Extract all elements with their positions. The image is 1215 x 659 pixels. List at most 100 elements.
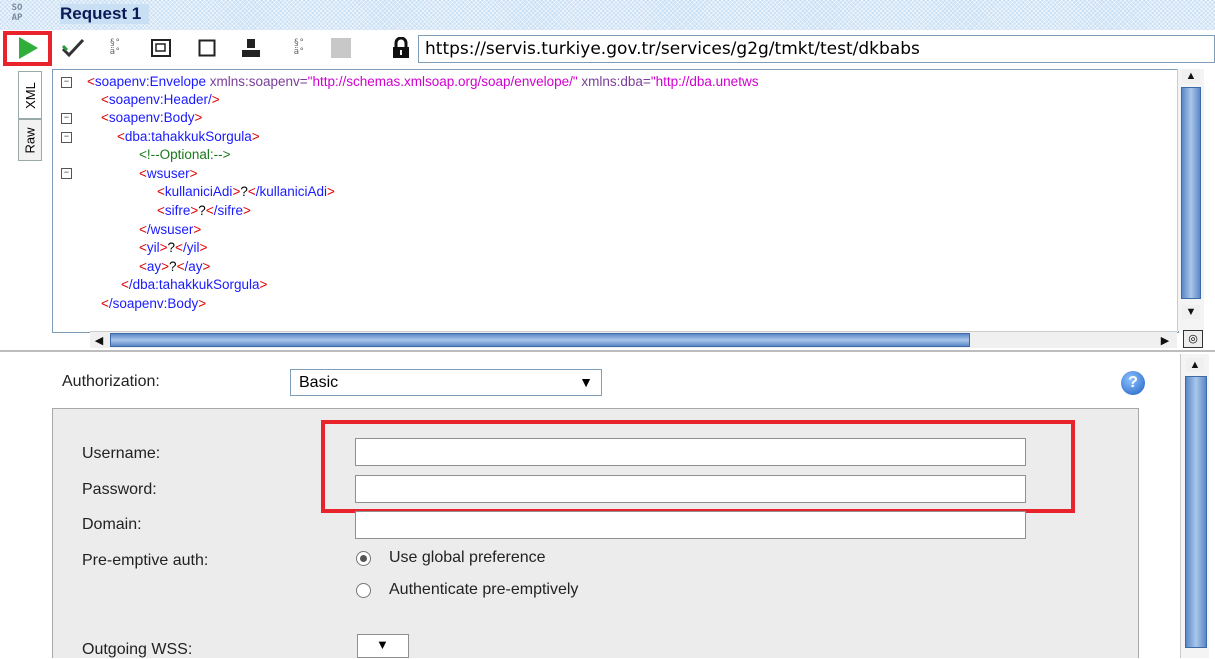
xml-value: ? xyxy=(167,240,176,255)
user-icon xyxy=(242,39,260,57)
xml-attr-value: "http://schemas.xmlsoap.org/soap/envelop… xyxy=(307,74,578,89)
window-icon xyxy=(151,39,171,57)
format-xml-button[interactable]: §° ä° xyxy=(100,34,130,62)
outgoing-wss-select[interactable]: ▼ xyxy=(357,634,409,658)
editor-side-tabs: XML Raw xyxy=(16,69,46,329)
maximize-button[interactable] xyxy=(192,34,222,62)
xml-line-wsuser-open: <wsuser> xyxy=(139,166,198,181)
xml-tag: soapenv:Envelope xyxy=(94,74,206,89)
radio-global-label: Use global preference xyxy=(389,549,546,566)
scroll-right-arrow-icon[interactable]: ▶ xyxy=(1156,333,1174,347)
tab-raw[interactable]: Raw xyxy=(18,119,42,161)
chevron-down-icon: ▼ xyxy=(376,637,389,652)
format-icon-2: §° ä° xyxy=(293,38,305,57)
outgoing-wss-label: Outgoing WSS: xyxy=(82,641,193,658)
authorization-label: Authorization: xyxy=(62,373,160,390)
radio-global-preference[interactable] xyxy=(356,551,371,566)
xml-line-operation-close: </dba:tahakkukSorgula> xyxy=(121,277,268,292)
xml-tag: /sifre xyxy=(213,203,243,218)
xml-line-body: <soapenv:Body> xyxy=(101,110,203,125)
xml-tag: sifre xyxy=(164,203,191,218)
square-icon xyxy=(198,39,216,57)
xml-line-envelope: <soapenv:Envelope xmlns:soapenv="http://… xyxy=(87,74,758,89)
password-label: Password: xyxy=(82,481,157,498)
help-icon[interactable]: ? xyxy=(1121,371,1145,395)
validate-button[interactable] xyxy=(58,34,88,62)
fold-toggle[interactable]: − xyxy=(61,168,72,179)
xml-line-body-close: </soapenv:Body> xyxy=(101,296,207,311)
xml-tag: /kullaniciAdi xyxy=(255,184,328,199)
credentials-highlight-box xyxy=(321,420,1075,513)
auth-vertical-scrollbar[interactable]: ▲ xyxy=(1180,354,1209,658)
scroll-thumb[interactable] xyxy=(110,333,970,347)
window-title: Request 1 xyxy=(60,4,150,24)
secure-lock xyxy=(388,34,414,62)
xml-tag: wsuser xyxy=(146,166,190,181)
xml-editor[interactable]: − − − − <soapenv:Envelope xmlns:soapenv=… xyxy=(52,69,1179,333)
xml-line-comment: <!--Optional:--> xyxy=(139,147,231,162)
xml-value: ? xyxy=(240,184,248,199)
username-label: Username: xyxy=(82,445,161,462)
tab-xml[interactable]: XML xyxy=(18,71,42,119)
xml-line-year: <yil>?</yil> xyxy=(139,240,208,255)
preemptive-label: Pre-emptive auth: xyxy=(82,552,209,569)
grey-box-icon xyxy=(331,38,351,58)
xml-tag: /dba:tahakkukSorgula xyxy=(128,277,260,292)
tab-raw-label: Raw xyxy=(22,126,38,154)
xml-line-month: <ay>?</ay> xyxy=(139,259,211,274)
xml-line-wsuser-close: </wsuser> xyxy=(139,222,202,237)
tile-button[interactable] xyxy=(146,34,176,62)
endpoint-url-input[interactable]: https://servis.turkiye.gov.tr/services/g… xyxy=(418,35,1215,63)
xml-attr-name: xmlns:soapenv= xyxy=(205,74,308,89)
scroll-thumb[interactable] xyxy=(1185,376,1207,648)
editor-horizontal-scrollbar[interactable]: ◀ ▶ xyxy=(90,331,1177,348)
chevron-down-icon: ▼ xyxy=(579,374,593,390)
scroll-left-arrow-icon[interactable]: ◀ xyxy=(90,333,108,347)
xml-line-username: <kullaniciAdi>?</kullaniciAdi> xyxy=(157,184,335,199)
scroll-thumb[interactable] xyxy=(1181,87,1201,299)
tab-xml-label: XML xyxy=(22,81,38,109)
xml-tag: soapenv:Header/ xyxy=(108,92,212,107)
xml-line-header: <soapenv:Header/> xyxy=(101,92,220,107)
xml-tag: dba:tahakkukSorgula xyxy=(124,129,252,144)
check-icon xyxy=(61,38,85,58)
authorization-select[interactable]: Basic ▼ xyxy=(290,369,602,396)
xml-tag: /wsuser xyxy=(146,222,194,237)
xml-tag: kullaniciAdi xyxy=(164,184,233,199)
xml-attr-value: "http://dba.unetws xyxy=(650,74,759,89)
fold-toggle[interactable]: − xyxy=(61,77,72,88)
radio-authenticate-preemptively[interactable] xyxy=(356,583,371,598)
domain-field[interactable] xyxy=(355,511,1026,539)
title-bar xyxy=(0,0,1215,30)
user-button[interactable] xyxy=(236,34,266,62)
xml-tag: /ay xyxy=(184,259,203,274)
lock-icon xyxy=(393,37,409,58)
xml-tag: /yil xyxy=(182,240,200,255)
xml-line-password: <sifre>?</sifre> xyxy=(157,203,251,218)
disabled-button[interactable] xyxy=(326,34,356,62)
scroll-up-arrow-icon[interactable]: ▲ xyxy=(1182,69,1200,83)
xml-attr-name: xmlns:dba= xyxy=(577,74,651,89)
xml-value: ? xyxy=(169,259,177,274)
soap-logo-icon: SO AP xyxy=(11,3,23,23)
xml-bracket: < xyxy=(87,74,95,89)
domain-label: Domain: xyxy=(82,516,142,533)
format-icon: §° ä° xyxy=(109,38,121,57)
run-highlight-box xyxy=(3,31,52,66)
scroll-down-arrow-icon[interactable]: ▼ xyxy=(1182,305,1200,319)
editor-vertical-scrollbar[interactable]: ▲ ▼ xyxy=(1177,69,1204,331)
scroll-up-arrow-icon[interactable]: ▲ xyxy=(1186,358,1204,372)
fold-toggle[interactable]: − xyxy=(61,132,72,143)
xml-tag: soapenv:Body xyxy=(108,110,195,125)
xml-tag: ay xyxy=(146,259,162,274)
format-button-2[interactable]: §° ä° xyxy=(284,34,314,62)
panel-divider[interactable] xyxy=(0,350,1215,352)
xml-value: ? xyxy=(198,203,206,218)
authorization-value: Basic xyxy=(299,374,339,391)
xml-line-operation: <dba:tahakkukSorgula> xyxy=(117,129,260,144)
fold-toggle[interactable]: − xyxy=(61,113,72,124)
xml-tag: /soapenv:Body xyxy=(108,296,199,311)
radio-preemptive-label: Authenticate pre-emptively xyxy=(389,581,579,598)
xml-tag: yil xyxy=(146,240,160,255)
zoom-icon[interactable]: ◎ xyxy=(1183,330,1203,348)
